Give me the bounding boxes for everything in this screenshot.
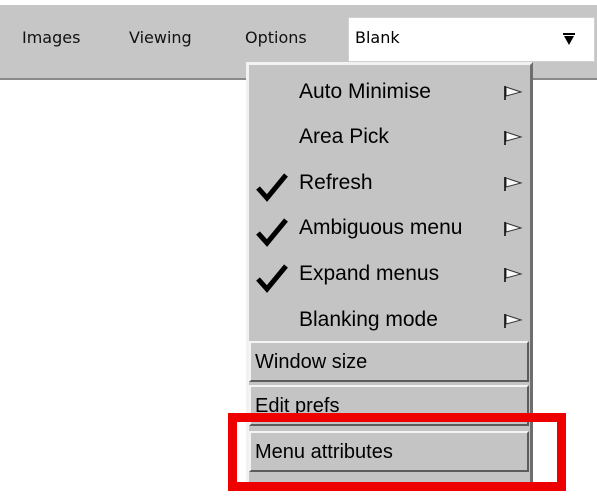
submenu-flag-icon <box>504 177 523 191</box>
menu-item-refresh[interactable]: Refresh <box>249 160 530 206</box>
button-label: Window size <box>255 351 368 373</box>
menu-item-label: Blanking mode <box>299 308 438 331</box>
menu-item-ambiguous-menu[interactable]: Ambiguous menu <box>249 205 530 251</box>
menu-item-area-pick[interactable]: Area Pick <box>249 114 530 160</box>
blank-select[interactable]: Blank <box>348 17 595 62</box>
submenu-flag-icon <box>504 222 523 236</box>
blank-select-value: Blank <box>355 28 400 47</box>
submenu-flag-icon <box>504 314 523 328</box>
checkmark-icon <box>256 173 288 202</box>
menu-item-label: Auto Minimise <box>299 80 431 103</box>
window-size-button[interactable]: Window size <box>249 341 529 382</box>
menu-item-expand-menus[interactable]: Expand menus <box>249 251 530 297</box>
submenu-flag-icon <box>504 131 523 145</box>
menu-viewing[interactable]: Viewing <box>129 28 192 47</box>
menu-options[interactable]: Options <box>245 28 307 47</box>
menu-item-label: Refresh <box>299 171 373 194</box>
menu-item-label: Area Pick <box>299 125 389 148</box>
menu-item-auto-minimise[interactable]: Auto Minimise <box>249 69 530 115</box>
red-highlight-box <box>228 413 566 491</box>
submenu-flag-icon <box>504 268 523 282</box>
menu-item-label: Expand menus <box>299 262 440 285</box>
menu-item-label: Ambiguous menu <box>299 216 463 239</box>
menu-bar-top-edge <box>0 0 597 5</box>
submenu-flag-icon <box>504 86 523 100</box>
checkmark-icon <box>256 264 288 293</box>
menu-images[interactable]: Images <box>22 28 80 47</box>
dropdown-arrow-icon[interactable] <box>561 31 577 47</box>
checkmark-icon <box>256 218 288 247</box>
menu-item-blanking-mode[interactable]: Blanking mode <box>249 297 530 343</box>
